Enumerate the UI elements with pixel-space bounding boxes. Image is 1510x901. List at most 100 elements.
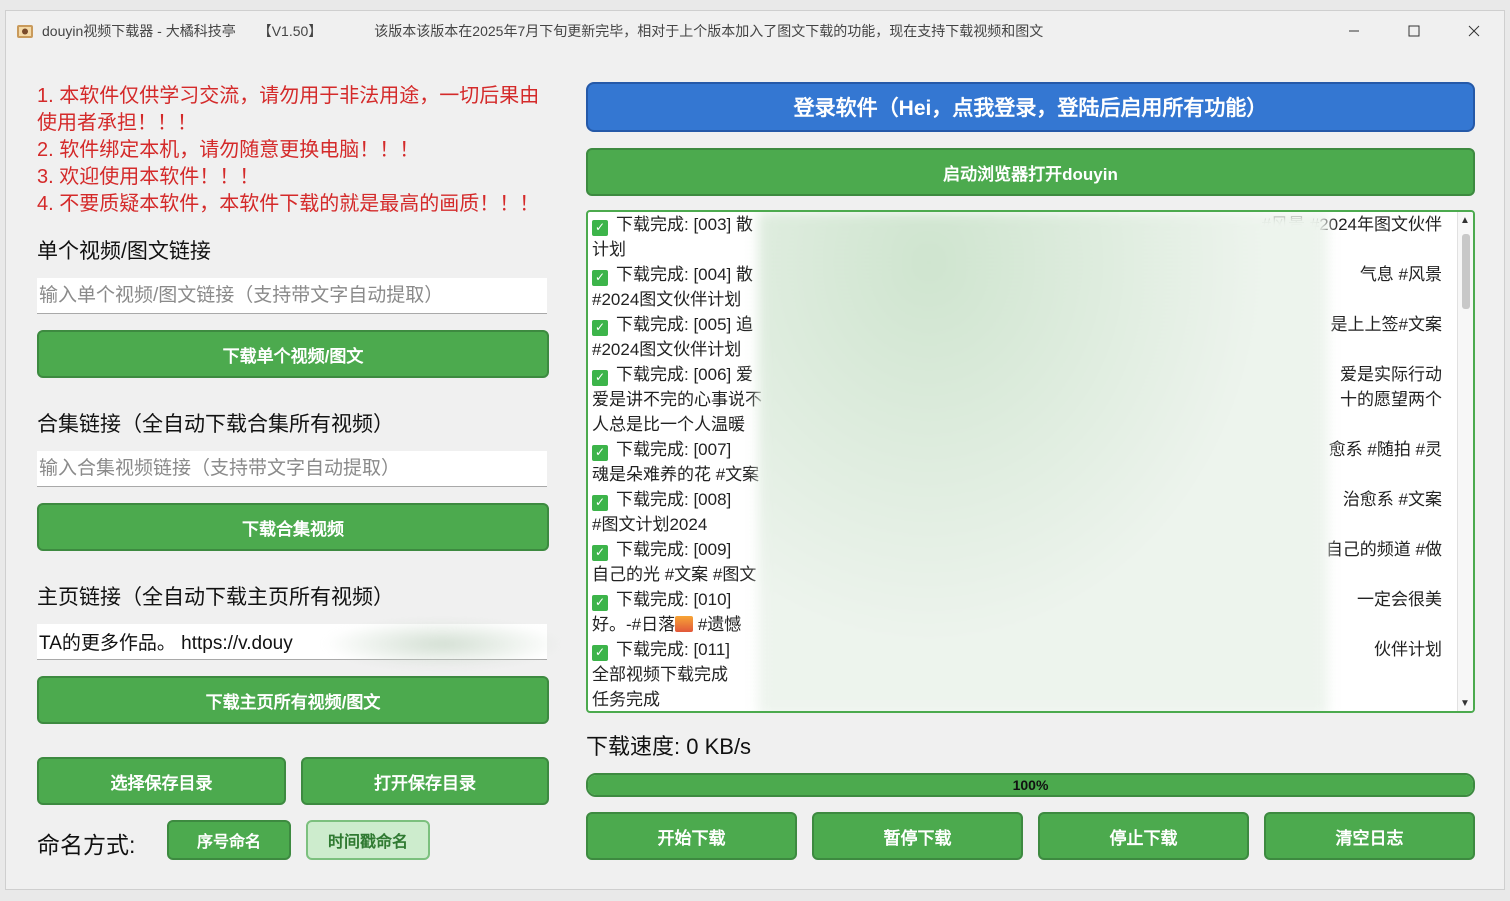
warning-line-4: 3. 欢迎使用本软件！！！: [37, 166, 260, 188]
minimize-icon: [1349, 30, 1359, 32]
log-line-text: #图文计划2024: [592, 512, 707, 537]
open-save-dir-button[interactable]: 打开保存目录: [301, 757, 549, 805]
close-button[interactable]: [1444, 11, 1504, 51]
download-single-button[interactable]: 下载单个视频/图文: [37, 330, 549, 378]
log-line-left: 人总是比一个人温暖: [592, 415, 745, 434]
log-line-right: 是上上签#文案: [1330, 315, 1442, 334]
warning-line-2: 使用者承担！！！: [37, 112, 197, 134]
redacted-log-blur: [758, 212, 1328, 711]
close-icon: [1468, 25, 1480, 37]
naming-option-timestamp[interactable]: 时间戳命名: [306, 820, 430, 860]
log-line-text: #2024图文伙伴计划: [592, 287, 741, 312]
log-line-right: 治愈系 #文案: [1342, 490, 1442, 509]
sunset-emoji-icon: [675, 616, 694, 632]
collection-link-input[interactable]: [37, 451, 547, 487]
check-icon: ✓: [592, 369, 608, 386]
open-browser-button[interactable]: 启动浏览器打开douyin: [586, 148, 1475, 196]
scroll-down-arrow-icon[interactable]: ▼: [1459, 697, 1471, 709]
log-line-right: 伙伴计划: [1374, 640, 1442, 659]
log-line-text: ✓ 下载完成: [008]: [592, 487, 731, 512]
log-line-left: 好。-#日落: [592, 615, 676, 634]
log-panel[interactable]: ✓ 下载完成: [003] 散 #风景 #2024年图文伙伴 计划 ✓ 下载完成: [00…: [586, 210, 1475, 713]
update-notice: 该版本该版本在2025年7月下旬更新完毕，相对于上个版本加入了图文下载的功能，现…: [374, 23, 1044, 39]
redacted-url-blur: [322, 619, 562, 669]
check-icon: ✓: [592, 644, 608, 661]
collection-link-label: 合集链接（全自动下载合集所有视频）: [37, 413, 394, 436]
log-line-text: ✓ 下载完成: [005] 追: [592, 312, 753, 337]
log-line-text: ✓ 下载完成: [009]: [592, 537, 731, 562]
check-icon: ✓: [592, 319, 608, 336]
log-line-left: 下载完成: [004] 散: [616, 265, 753, 284]
log-line-left: #2024图文伙伴计划: [592, 340, 742, 359]
download-homepage-button[interactable]: 下载主页所有视频/图文: [37, 676, 549, 724]
log-line-text: ✓ 下载完成: [011]: [592, 637, 730, 662]
log-line-text: 爱是讲不完的心事说不: [592, 387, 762, 412]
check-icon: ✓: [592, 219, 608, 236]
log-line-text: 自己的光 #文案 #图文: [592, 562, 756, 587]
log-line-text: ✓ 下载完成: [006] 爱: [592, 362, 753, 387]
app-window: douyin视频下载器 - 大橘科技亭 【V1.50】 该版本该版本在2025年…: [5, 10, 1505, 890]
log-line-left: 计划: [592, 240, 626, 259]
log-line-text: ✓ 下载完成: [010]: [592, 587, 731, 612]
warning-line-3: 2. 软件绑定本机，请勿随意更换电脑！！！: [37, 139, 420, 161]
check-icon: ✓: [592, 444, 608, 461]
speed-label: 下载速度:: [586, 734, 681, 759]
maximize-button[interactable]: [1384, 11, 1444, 51]
login-button[interactable]: 登录软件（Hei，点我登录，登陆后启用所有功能）: [586, 82, 1475, 132]
log-line-left: #2024图文伙伴计划: [592, 290, 742, 309]
single-link-label: 单个视频/图文链接: [37, 240, 211, 263]
scroll-up-arrow-icon[interactable]: ▲: [1459, 214, 1471, 226]
log-line-after: #遗憾: [693, 615, 742, 634]
title-bar: douyin视频下载器 - 大橘科技亭 【V1.50】 该版本该版本在2025年…: [6, 11, 1504, 51]
window-title: douyin视频下载器 - 大橘科技亭: [42, 23, 236, 39]
app-icon: [17, 25, 33, 38]
check-icon: ✓: [592, 269, 608, 286]
naming-option-sequence[interactable]: 序号命名: [167, 820, 291, 860]
log-line-left: 自己的光 #文案 #图文: [592, 565, 757, 584]
scroll-thumb[interactable]: [1462, 234, 1470, 309]
minimize-button[interactable]: [1324, 11, 1384, 51]
log-line-right: 爱是实际行动: [1340, 365, 1442, 384]
download-collection-button[interactable]: 下载合集视频: [37, 503, 549, 551]
log-line-right: 气息 #风景: [1359, 265, 1442, 284]
log-line-left: 下载完成: [003] 散: [616, 215, 753, 234]
single-link-input[interactable]: [37, 278, 547, 314]
check-icon: ✓: [592, 544, 608, 561]
log-line-text: 好。-#日落 #遗憾: [592, 612, 741, 637]
start-download-button[interactable]: 开始下载: [586, 812, 797, 860]
log-line-left: 爱是讲不完的心事说不: [592, 390, 762, 409]
choose-save-dir-button[interactable]: 选择保存目录: [37, 757, 286, 805]
log-line-text: ✓ 下载完成: [004] 散: [592, 262, 753, 287]
log-line-left: 下载完成: [011]: [616, 640, 730, 659]
warning-line-5: 4. 不要质疑本软件，本软件下载的就是最高的画质！！！: [37, 193, 540, 215]
check-icon: ✓: [592, 594, 608, 611]
log-line-text: 全部视频下载完成: [592, 662, 728, 687]
check-icon: ✓: [592, 494, 608, 511]
version-label: 【V1.50】: [257, 23, 323, 39]
log-line-right: 十的愿望两个: [1340, 390, 1442, 409]
log-line-left: 魂是朵难养的花 #文案: [592, 465, 760, 484]
log-line-left: 下载完成: [005] 追: [616, 315, 753, 334]
log-line-left: 全部视频下载完成: [592, 665, 728, 684]
log-scrollbar[interactable]: ▲ ▼: [1457, 212, 1473, 711]
log-line-left: #图文计划2024: [592, 515, 708, 534]
log-line-left: 下载完成: [006] 爱: [616, 365, 753, 384]
log-line-left: 下载完成: [009]: [616, 540, 732, 559]
log-line-text: 任务完成: [592, 687, 660, 711]
log-line-text: ✓ 下载完成: [003] 散: [592, 212, 753, 237]
log-line-text: 魂是朵难养的花 #文案: [592, 462, 759, 487]
progress-bar: 100%: [586, 773, 1475, 797]
log-line-text: ✓ 下载完成: [007]: [592, 437, 731, 462]
log-line-left: 下载完成: [008]: [616, 490, 732, 509]
window-controls: [1324, 11, 1504, 51]
pause-download-button[interactable]: 暂停下载: [812, 812, 1023, 860]
clear-log-button[interactable]: 清空日志: [1264, 812, 1475, 860]
log-line-text: 计划: [592, 237, 626, 262]
stop-download-button[interactable]: 停止下载: [1038, 812, 1249, 860]
maximize-icon: [1408, 25, 1420, 37]
log-line-left: 任务完成: [592, 690, 660, 709]
homepage-link-label: 主页链接（全自动下载主页所有视频）: [37, 586, 394, 609]
log-line-text: 人总是比一个人温暖: [592, 412, 745, 437]
speed-value: 0 KB/s: [686, 734, 752, 759]
log-line-left: 下载完成: [007]: [616, 440, 732, 459]
